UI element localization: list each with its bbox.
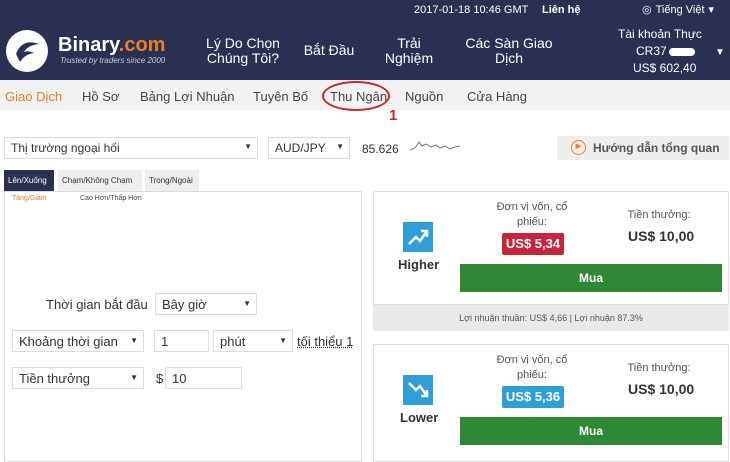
higher-label: Higher [398, 257, 440, 272]
stake-label: Đơn vị vốn, cổ phiếu: [496, 354, 568, 381]
amount-input[interactable]: 10 [165, 367, 242, 389]
tab-resources[interactable]: Nguồn [405, 89, 443, 104]
redacted-mask [668, 47, 695, 56]
profit-info: Lợi nhuận thuần: US$ 4,66 | Lợi nhuận 87… [373, 305, 729, 331]
language-label: Tiếng Việt [655, 3, 705, 16]
annotation-number: 1 [389, 107, 398, 124]
datetime: 2017-01-18 10:46 GMT [414, 4, 529, 16]
symbol-select[interactable]: AUD/JPY ▼ [268, 137, 350, 159]
account-menu[interactable]: Tài khoản Thực CR37 US$ 602,40 ▼ [618, 26, 725, 77]
stake-price-badge: US$ 5,36 [502, 386, 564, 408]
nav-trading-platforms[interactable]: Các Sàn Giao Dịch [464, 36, 554, 66]
tab-shop[interactable]: Cửa Hàng [467, 89, 527, 104]
account-id: CR37 [636, 44, 667, 58]
account-balance: US$ 602,40 [633, 61, 697, 75]
stake-price-badge: US$ 5,34 [502, 233, 564, 255]
caret-down-icon: ▼ [244, 142, 252, 151]
nav-why-choose-us[interactable]: Lý Do Chọn Chúng Tôi? [206, 36, 280, 66]
duration-input[interactable]: 1 [154, 330, 209, 352]
logo-tagline: Trusted by traders since 2000 [60, 56, 166, 65]
payout-type-select[interactable]: Tiền thưởng ▼ [12, 367, 144, 389]
start-time-label: Thời gian bắt đầu [46, 297, 148, 312]
play-icon: ▶ [571, 140, 586, 155]
spot-price: 85.626 [362, 142, 399, 156]
overview-guide-button[interactable]: ▶ Hướng dẫn tổng quan [557, 136, 729, 160]
caret-down-icon: ▼ [130, 373, 138, 382]
nav-experience[interactable]: Trải Nghiệm [382, 36, 436, 66]
caret-down-icon: ▼ [715, 47, 725, 58]
caret-down-icon: ▼ [279, 336, 287, 345]
arrow-up-icon [403, 222, 433, 252]
contact-link[interactable]: Liên hệ [542, 4, 581, 16]
min-duration-note: tối thiểu 1 [297, 334, 354, 349]
tab-statement[interactable]: Tuyên Bố [253, 89, 308, 104]
subtab-higher-lower[interactable]: Cao Hơn/Thấp Hơn [80, 195, 142, 202]
duration-unit-select[interactable]: phút ▼ [213, 330, 293, 352]
tab-up-down[interactable]: Lên/Xuống [4, 170, 54, 191]
duration-type-select[interactable]: Khoảng thời gian ▼ [12, 330, 144, 352]
trade-form-panel [4, 191, 362, 462]
caret-down-icon: ▼ [243, 299, 251, 308]
higher-card: Higher Đơn vị vốn, cổ phiếu: US$ 5,34 Ti… [373, 191, 729, 305]
logo-text[interactable]: Binary.com [58, 34, 165, 57]
nav-get-started[interactable]: Bắt Đầu [302, 43, 356, 58]
payout-value: US$ 10,00 [628, 381, 695, 397]
price-sparkline [410, 141, 460, 151]
tab-touch-notouch[interactable]: Chạm/Không Chạm [58, 170, 142, 191]
language-selector[interactable]: ◎ Tiếng Việt ▾ [642, 3, 715, 17]
buy-lower-button[interactable]: Mua [460, 417, 722, 445]
tab-profit-table[interactable]: Bảng Lợi Nhuận [140, 89, 235, 104]
annotation-circle [322, 81, 390, 111]
main-header: Binary.com Trusted by traders since 2000… [0, 20, 730, 80]
arrow-down-icon [403, 375, 433, 405]
payout-label: Tiền thưởng: [627, 209, 691, 221]
logo-icon[interactable] [6, 30, 48, 72]
caret-down-icon: ▾ [708, 4, 715, 16]
currency-symbol: $ [156, 371, 164, 386]
tab-in-out[interactable]: Trong/Ngoài [145, 170, 199, 191]
payout-value: US$ 10,00 [628, 228, 695, 244]
start-time-select[interactable]: Bây giờ ▼ [155, 293, 257, 315]
subtab-rise-fall[interactable]: Tăng/Giảm [12, 195, 47, 202]
stake-label: Đơn vị vốn, cổ phiếu: [496, 201, 568, 228]
globe-icon: ◎ [642, 4, 652, 16]
account-type: Tài khoản Thực [618, 27, 702, 41]
lower-card: Lower Đơn vị vốn, cổ phiếu: US$ 5,36 Tiề… [373, 344, 729, 462]
caret-down-icon: ▼ [130, 336, 138, 345]
payout-label: Tiền thưởng: [627, 362, 691, 374]
caret-down-icon: ▼ [336, 142, 344, 151]
lower-label: Lower [400, 410, 439, 425]
market-select[interactable]: Thị trường ngoại hối ▼ [4, 137, 258, 159]
tab-trading[interactable]: Giao Dịch [5, 89, 62, 104]
top-bar: 2017-01-18 10:46 GMT Liên hệ ◎ Tiếng Việ… [0, 0, 730, 20]
tab-profile[interactable]: Hồ Sơ [82, 89, 119, 104]
buy-higher-button[interactable]: Mua [460, 264, 722, 292]
